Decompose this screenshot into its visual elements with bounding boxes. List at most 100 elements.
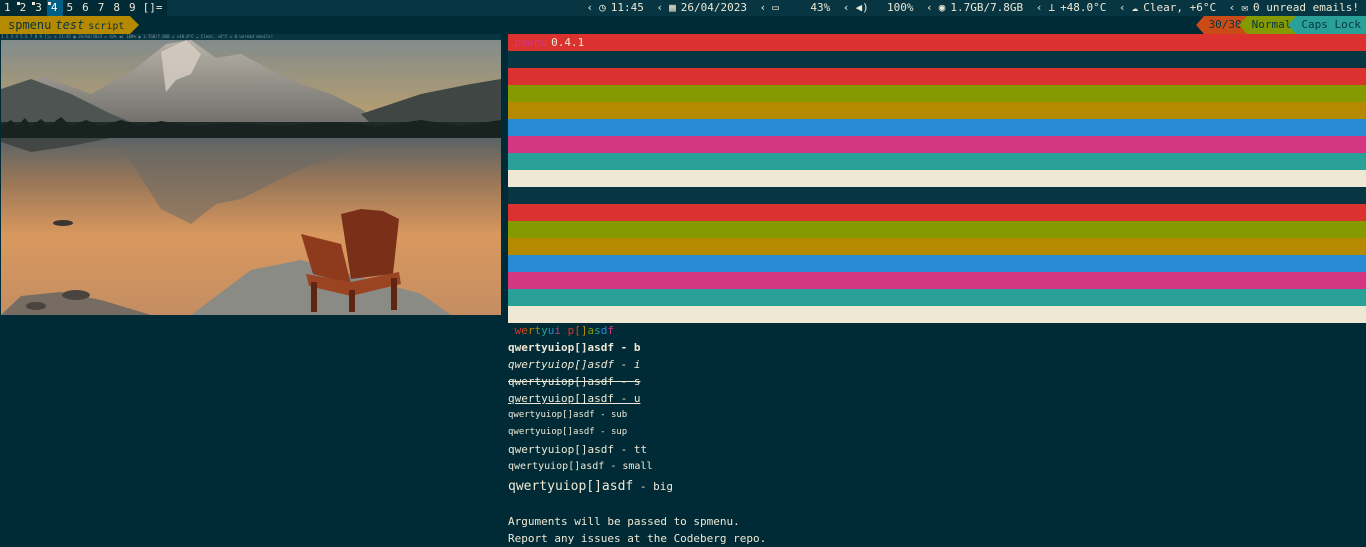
entry-subscript[interactable]: qwertyuiop[]asdf - sub: [508, 407, 1366, 424]
image-preview: 1 2 3 4 5 6 7 8 9 []= ◷ 11:45 ▦ 26/04/20…: [1, 34, 501, 315]
entry-bold[interactable]: qwertyuiop[]asdf - b: [508, 339, 1366, 356]
lake-landscape-image: [1, 34, 501, 315]
clock-text: 11:45: [610, 1, 644, 14]
battery-icon: ▭: [772, 1, 779, 14]
color-bar-dark[interactable]: [508, 187, 1366, 204]
status-blocks: ‹ ◷ 11:45 ‹ ▦ 26/04/2023 ‹ ▭ 43% ‹ ◀) 100% ‹ ◉ 1…: [581, 0, 1366, 16]
temperature-text: +48.0°C: [1060, 1, 1107, 14]
color-bar-yellow[interactable]: [508, 102, 1366, 119]
cloud-icon: ☁: [1131, 1, 1139, 14]
color-bar-cyan[interactable]: [508, 153, 1366, 170]
status-battery[interactable]: ‹ ▭ 43%: [757, 0, 834, 16]
chevron-left-icon: ‹: [656, 1, 664, 14]
battery-text: 43%: [810, 1, 831, 14]
status-temperature[interactable]: ‹ ⊥ +48.0°C: [1033, 0, 1110, 16]
color-bar-cream[interactable]: [508, 170, 1366, 187]
powerline-arrow: [1238, 16, 1247, 34]
spmenu-prompt-bar: spmenu test script 30/30 Normal Caps Lock: [0, 16, 1366, 34]
prompt-name: spmenu: [8, 18, 52, 32]
status-memory[interactable]: ‹ ◉ 1.7GB/7.8GB: [923, 0, 1026, 16]
footer-report[interactable]: Report any issues at the Codeberg repo.: [508, 530, 1366, 547]
color-bar-cyan[interactable]: [508, 289, 1366, 306]
prompt-suffix: script: [88, 21, 125, 32]
memory-text: 1.7GB/7.8GB: [950, 1, 1024, 14]
caps-lock-indicator: Caps Lock: [1288, 16, 1366, 34]
entry-small[interactable]: qwertyuiop[]asdf - small: [508, 458, 1366, 475]
status-weather[interactable]: ‹ ☁ Clear, +6°C: [1116, 0, 1219, 16]
entry-empty[interactable]: [508, 496, 1366, 513]
color-bar-magenta[interactable]: [508, 272, 1366, 289]
mail-icon: ✉: [1241, 1, 1249, 14]
tag-8[interactable]: 8: [109, 0, 125, 16]
tag-7[interactable]: 7: [94, 0, 110, 16]
powerline-arrow: [130, 16, 140, 34]
tag-3[interactable]: 3: [31, 0, 47, 16]
rainbow-entry[interactable]: wertyui p[]asdf: [508, 322, 1366, 339]
entry-big[interactable]: qwertyuiop[]asdf - big: [508, 477, 1366, 496]
tag-4[interactable]: 4: [46, 0, 63, 16]
rainbow-char: [: [574, 324, 581, 337]
entry-italic[interactable]: qwertyuiop[]asdf - i: [508, 356, 1366, 373]
rainbow-char: e: [521, 324, 528, 337]
rainbow-char: i: [554, 324, 561, 337]
status-clock[interactable]: ‹ ◷ 11:45: [583, 0, 646, 16]
rainbow-char: f: [607, 324, 614, 337]
thermometer-icon: ⊥: [1048, 1, 1056, 14]
entry-teletype[interactable]: qwertyuiop[]asdf - tt: [508, 441, 1366, 458]
weather-text: Clear, +6°C: [1143, 1, 1217, 14]
rainbow-char: r: [527, 324, 535, 337]
tag-1[interactable]: 1: [0, 0, 16, 16]
chevron-left-icon: ‹: [842, 1, 850, 14]
preview-status-bar-text: 1 2 3 4 5 6 7 8 9 []= ◷ 11:45 ▦ 26/04/20…: [1, 34, 501, 40]
entry-superscript[interactable]: qwertyuiop[]asdf - sup: [508, 424, 1366, 441]
color-bar-green[interactable]: [508, 85, 1366, 102]
chevron-left-icon: ‹: [759, 1, 767, 14]
mail-text: 0 unread emails!: [1253, 1, 1359, 14]
rainbow-char: ]: [580, 324, 588, 337]
tag-9[interactable]: 9: [125, 0, 141, 16]
rainbow-char: y: [541, 324, 548, 337]
rainbow-text: wertyui p[]asdf: [515, 324, 614, 337]
tag-2[interactable]: 2: [16, 0, 32, 16]
tag-occupied-marker: [47, 2, 51, 5]
title-item[interactable]: pmenu 0.4.1: [508, 34, 1366, 51]
powerline-arrow: [1195, 16, 1204, 34]
footer-arguments[interactable]: Arguments will be passed to spmenu.: [508, 513, 1366, 530]
color-bar-group-1: [508, 51, 1366, 187]
tag-occupied-marker: [16, 2, 20, 5]
memory-icon: ◉: [938, 1, 946, 14]
color-bar-blue[interactable]: [508, 119, 1366, 136]
color-bar-green[interactable]: [508, 221, 1366, 238]
layout-indicator[interactable]: []=: [143, 1, 163, 14]
color-bar-blue[interactable]: [508, 255, 1366, 272]
version-text: 0.4.1: [551, 36, 585, 49]
status-date[interactable]: ‹ ▦ 26/04/2023: [653, 0, 749, 16]
entry-underline[interactable]: qwertyuiop[]asdf - u: [508, 390, 1366, 407]
menu-entries: wertyui p[]asdf qwertyuiop[]asdf - b qwe…: [508, 322, 1366, 547]
color-bar-red[interactable]: [508, 68, 1366, 85]
rainbow-char: s: [594, 324, 601, 337]
color-bar-yellow[interactable]: [508, 238, 1366, 255]
tag-6[interactable]: 6: [78, 0, 94, 16]
chevron-left-icon: ‹: [586, 1, 594, 14]
color-bar-cream[interactable]: [508, 306, 1366, 323]
chevron-left-icon: ‹: [1035, 1, 1043, 14]
top-status-bar: 1 2 3 4 5 6 7 8 9 []= ‹ ◷ 11:45 ‹ ▦ 26/04/2023 ‹ ▭ 43%…: [0, 0, 1366, 16]
title-colored-text: pmenu: [514, 36, 548, 49]
color-bar-red[interactable]: [508, 204, 1366, 221]
status-volume[interactable]: ‹ ◀) 100%: [840, 0, 917, 16]
color-bar-dark[interactable]: [508, 51, 1366, 68]
prompt-italic: test: [55, 18, 85, 32]
color-bar-magenta[interactable]: [508, 136, 1366, 153]
calendar-icon: ▦: [669, 1, 676, 14]
rainbow-char: [561, 324, 568, 337]
prompt: spmenu test script: [0, 16, 140, 34]
tag-5[interactable]: 5: [63, 0, 79, 16]
chevron-left-icon: ‹: [1119, 1, 1126, 14]
powerline-arrow: [1288, 16, 1297, 34]
chevron-left-icon: ‹: [1228, 1, 1236, 14]
status-mail[interactable]: ‹ ✉ 0 unread emails!: [1226, 0, 1362, 16]
color-bar-group-2: [508, 187, 1366, 323]
entry-strikethrough[interactable]: qwertyuiop[]asdf - s: [508, 373, 1366, 390]
tag-list: 1 2 3 4 5 6 7 8 9 []=: [0, 0, 167, 16]
